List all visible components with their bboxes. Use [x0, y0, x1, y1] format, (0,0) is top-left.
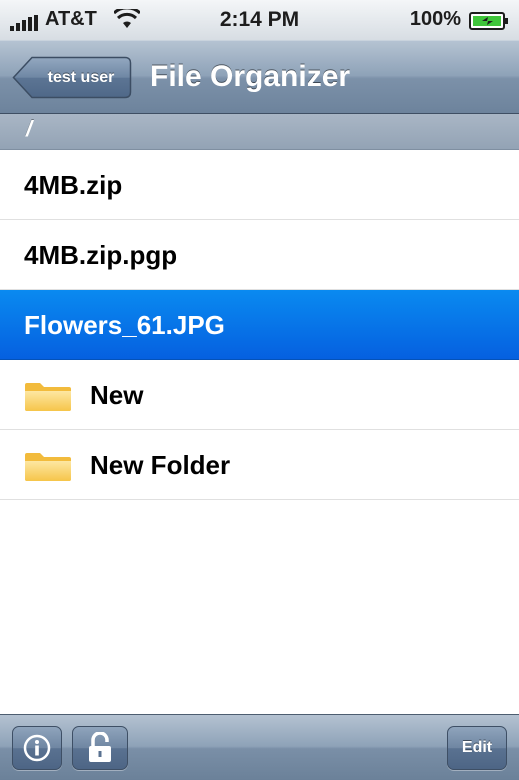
- lock-button[interactable]: [72, 726, 128, 770]
- back-button-label: test user: [47, 69, 115, 86]
- file-row-4mb-zip[interactable]: 4MB.zip: [0, 150, 519, 220]
- folder-row-new-folder[interactable]: New Folder: [0, 430, 519, 500]
- current-path: /: [26, 116, 33, 141]
- edit-button[interactable]: Edit: [447, 726, 507, 770]
- file-name: 4MB.zip.pgp: [24, 240, 178, 270]
- status-bar: AT&T 2:14 PM 100%: [0, 0, 519, 40]
- folder-icon: [25, 453, 71, 481]
- file-name: Flowers_61.JPG: [24, 310, 225, 340]
- battery-charging-icon: [469, 12, 508, 30]
- battery-percentage: 100%: [409, 8, 461, 30]
- info-icon: [23, 734, 51, 762]
- folder-icon: [25, 383, 71, 411]
- path-header: /: [0, 114, 519, 150]
- back-button[interactable]: test user: [12, 56, 132, 99]
- folder-name: New: [90, 380, 144, 410]
- file-list: 4MB.zip 4MB.zip.pgp Flowers_61.JPG New N…: [0, 150, 519, 500]
- file-row-4mb-zip-pgp[interactable]: 4MB.zip.pgp: [0, 220, 519, 290]
- file-name: 4MB.zip: [24, 170, 123, 200]
- page-title: File Organizer: [150, 60, 351, 93]
- folder-row-new[interactable]: New: [0, 360, 519, 430]
- navigation-bar: test user File Organizer: [0, 40, 519, 114]
- bottom-toolbar: Edit: [0, 714, 519, 780]
- unlocked-padlock-icon: [89, 732, 111, 762]
- folder-name: New Folder: [90, 450, 231, 480]
- file-row-flowers-jpg[interactable]: Flowers_61.JPG: [0, 290, 519, 360]
- info-button[interactable]: [12, 726, 62, 770]
